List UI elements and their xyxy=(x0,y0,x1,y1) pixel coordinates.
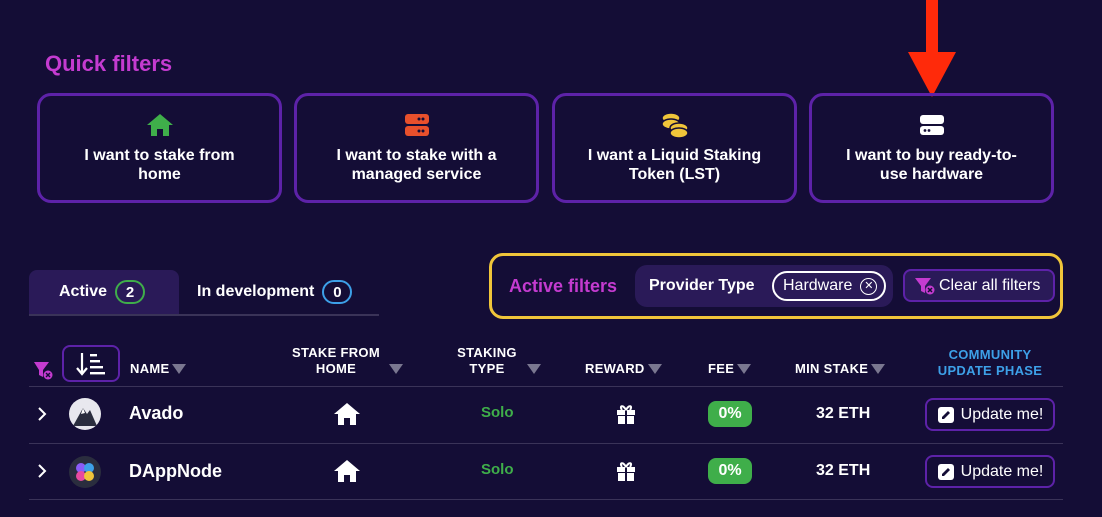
column-header-name[interactable]: NAME xyxy=(130,361,187,377)
server-icon xyxy=(404,112,430,138)
fee-badge: 0% xyxy=(708,458,752,484)
sort-caret-icon xyxy=(527,364,541,374)
provider-name[interactable]: Avado xyxy=(129,403,183,424)
filter-clear-icon xyxy=(915,277,935,294)
min-stake-value: 32 ETH xyxy=(816,462,871,479)
avatar xyxy=(69,398,101,430)
active-filters-panel: Active filters Provider Type Hardware ✕ … xyxy=(489,253,1063,319)
pencil-icon xyxy=(937,406,954,423)
tab-label: In development xyxy=(197,283,315,300)
filter-clear-icon[interactable] xyxy=(33,361,55,381)
column-header-community-update-phase: COMMUNITY UPDATE PHASE xyxy=(937,347,1043,378)
min-stake-value: 32 ETH xyxy=(816,405,871,422)
quick-filter-label: I want to stake with a managed service xyxy=(336,147,497,183)
quick-filter-stake-from-home[interactable]: I want to stake from home xyxy=(37,93,282,203)
hardware-filter-chip[interactable]: Hardware ✕ xyxy=(772,271,886,301)
quick-filter-liquid-staking-token[interactable]: I want a Liquid Staking Token (LST) xyxy=(552,93,797,203)
quick-filter-label: I want to stake from home xyxy=(84,147,235,183)
sort-descending-icon xyxy=(76,352,105,376)
header-divider xyxy=(29,386,1063,387)
quick-filter-managed-service[interactable]: I want to stake with a managed service xyxy=(294,93,539,203)
column-header-fee[interactable]: FEE xyxy=(708,361,752,377)
clear-all-filters-label: Clear all filters xyxy=(939,276,1041,294)
column-header-stake-from-home[interactable]: STAKE FROM HOME xyxy=(286,345,406,377)
annotation-arrow-icon xyxy=(908,0,956,97)
status-tabs: Active 2 In development 0 xyxy=(29,270,379,316)
provider-name[interactable]: DAppNode xyxy=(129,461,222,482)
hardware-icon xyxy=(919,112,945,138)
quick-filter-ready-to-use-hardware[interactable]: I want to buy ready-to-use hardware xyxy=(809,93,1054,203)
provider-type-label: Provider Type xyxy=(649,277,755,294)
staking-type-value: Solo xyxy=(481,404,514,421)
quick-filter-label: I want to buy ready-to-use hardware xyxy=(846,147,1017,183)
sort-caret-icon xyxy=(389,364,403,374)
expand-chevron-icon[interactable] xyxy=(36,402,48,426)
column-header-staking-type[interactable]: STAKING TYPE xyxy=(450,345,542,377)
provider-type-filter-group: Provider Type Hardware ✕ xyxy=(635,265,893,307)
tab-in-development[interactable]: In development 0 xyxy=(197,270,353,314)
fee-badge: 0% xyxy=(708,401,752,427)
row-divider xyxy=(29,443,1063,444)
sort-caret-icon xyxy=(172,364,187,374)
tab-count-badge: 2 xyxy=(115,280,146,304)
row-divider xyxy=(29,499,1063,500)
home-icon xyxy=(146,112,174,138)
chip-label: Hardware xyxy=(783,277,853,294)
expand-chevron-icon[interactable] xyxy=(36,459,48,483)
home-icon xyxy=(333,459,361,483)
update-me-button[interactable]: Update me! xyxy=(925,455,1055,488)
tab-label: Active xyxy=(59,283,108,300)
active-filters-label: Active filters xyxy=(509,276,618,296)
staking-type-value: Solo xyxy=(481,461,514,478)
column-header-reward[interactable]: REWARD xyxy=(585,361,662,377)
pencil-icon xyxy=(937,463,954,480)
tab-active[interactable]: Active 2 xyxy=(29,270,179,314)
gift-icon xyxy=(615,403,637,425)
coins-icon xyxy=(660,112,690,139)
gift-icon xyxy=(615,460,637,482)
clear-all-filters-button[interactable]: Clear all filters xyxy=(903,269,1055,302)
sort-caret-icon xyxy=(647,364,662,374)
tab-count-badge: 0 xyxy=(322,280,353,304)
sort-caret-icon xyxy=(737,364,752,374)
home-icon xyxy=(333,402,361,426)
sort-button[interactable] xyxy=(62,345,120,382)
update-me-button[interactable]: Update me! xyxy=(925,398,1055,431)
remove-filter-icon[interactable]: ✕ xyxy=(860,277,878,295)
sort-caret-icon xyxy=(871,364,886,374)
avatar xyxy=(69,456,101,488)
quick-filters-title: Quick filters xyxy=(45,51,173,76)
quick-filter-label: I want a Liquid Staking Token (LST) xyxy=(587,147,762,183)
column-header-min-stake[interactable]: MIN STAKE xyxy=(795,361,886,377)
